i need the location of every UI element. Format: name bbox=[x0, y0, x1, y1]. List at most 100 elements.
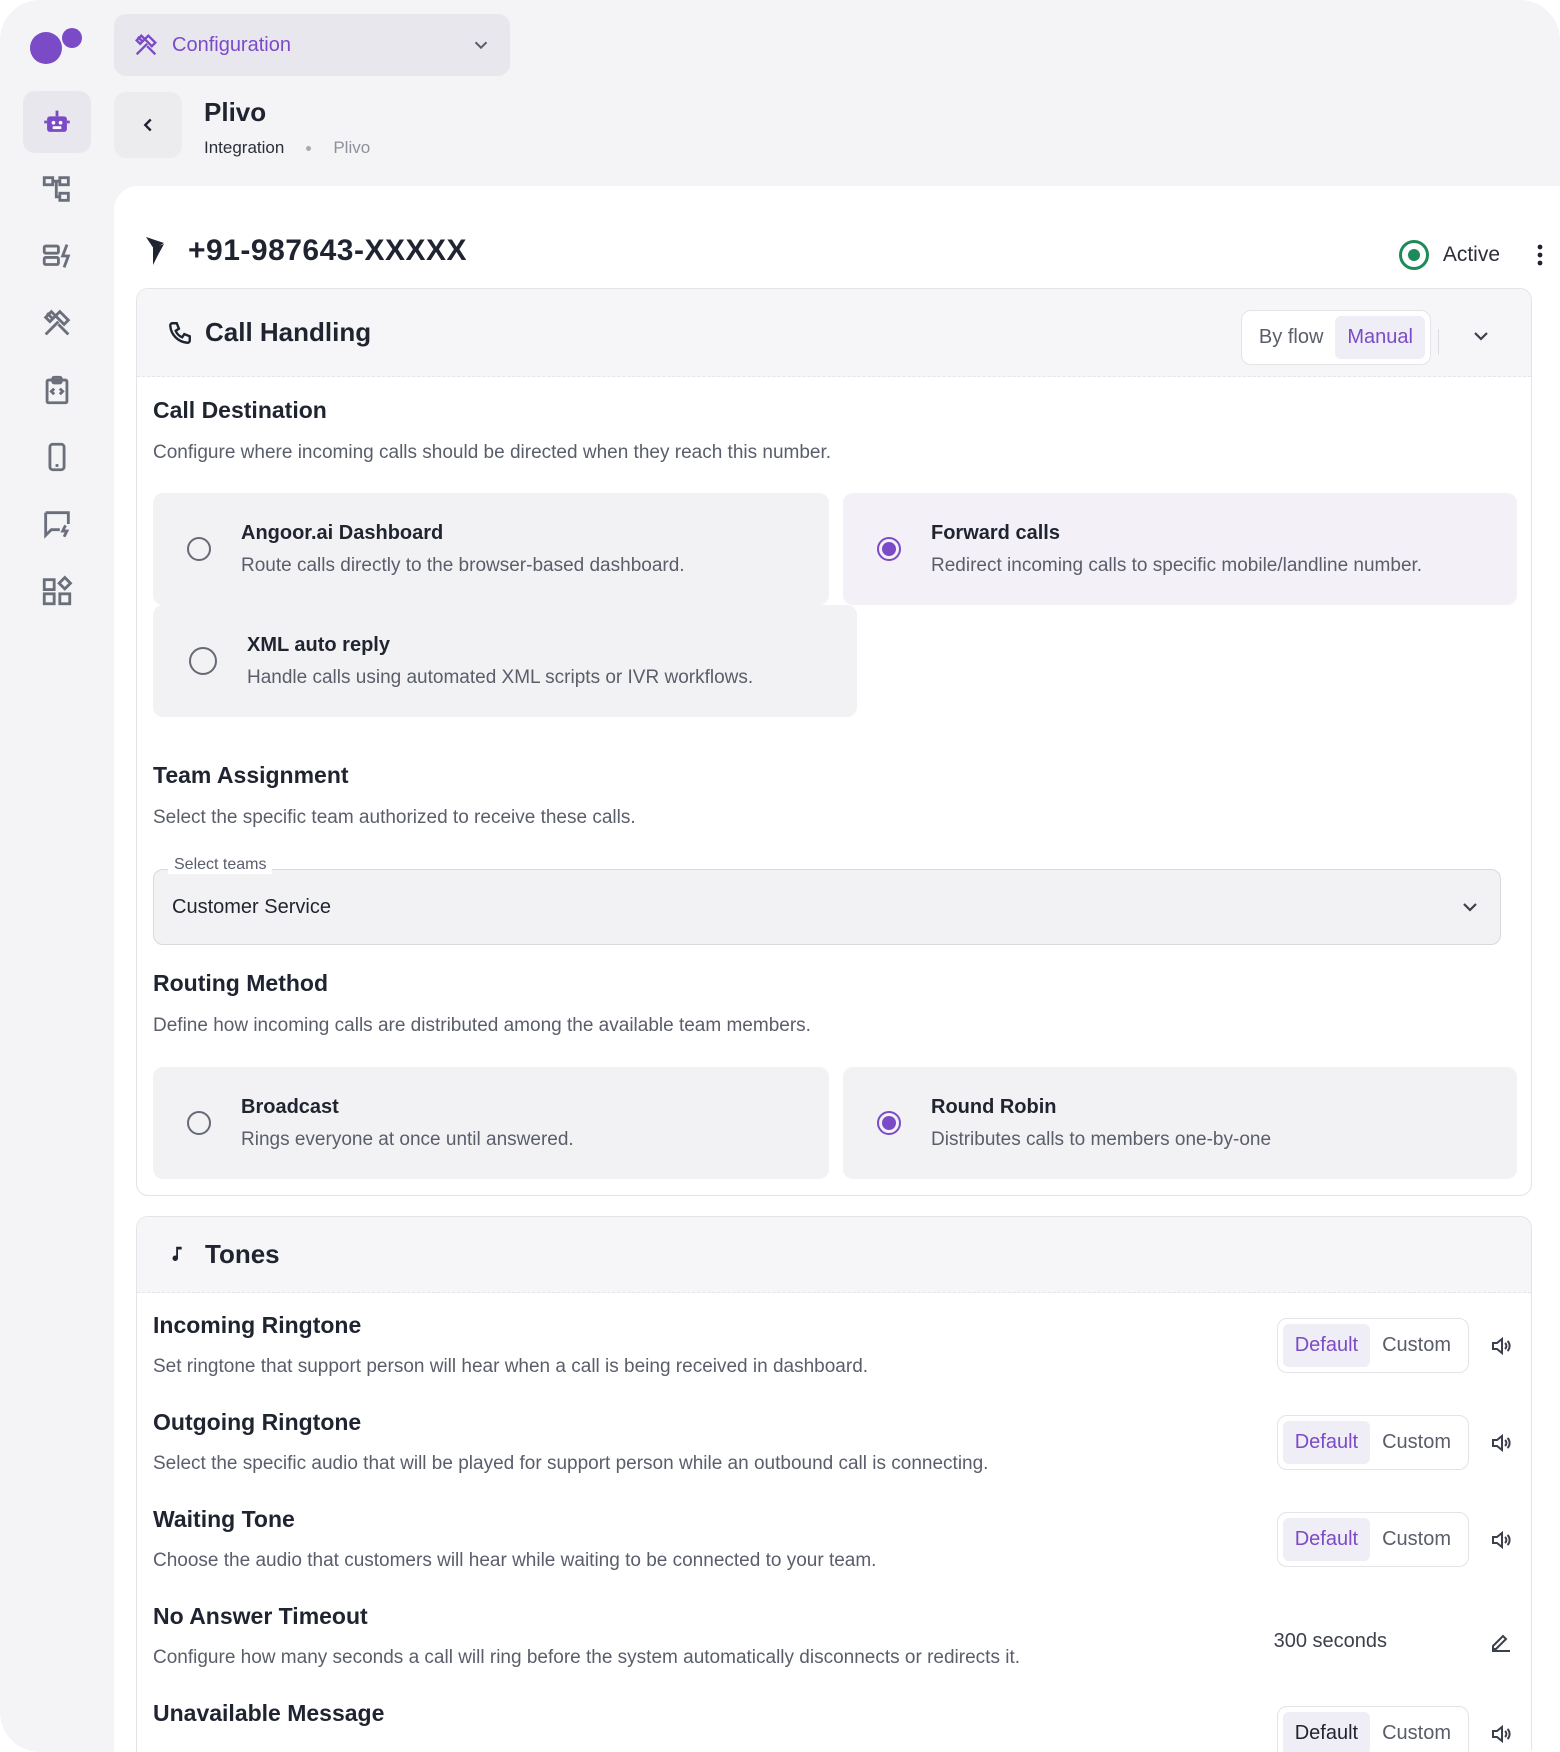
sidebar-item-bot[interactable] bbox=[23, 91, 91, 153]
sidebar-item-widgets[interactable] bbox=[23, 560, 91, 622]
sidebar-item-storage[interactable] bbox=[23, 225, 91, 287]
back-button[interactable] bbox=[114, 92, 182, 158]
tone-row-timeout: No Answer Timeout Configure how many sec… bbox=[153, 1603, 1515, 1699]
code-clipboard-icon bbox=[45, 375, 69, 405]
main-panel: +91-987643-XXXXX Active Call Handling By… bbox=[114, 186, 1560, 1752]
mode-by-flow[interactable]: By flow bbox=[1247, 316, 1335, 359]
status-badge: Active bbox=[1398, 240, 1500, 270]
tone-default-option[interactable]: Default bbox=[1282, 1518, 1371, 1561]
phone-icon bbox=[169, 321, 191, 344]
tone-row-waiting: Waiting Tone Choose the audio that custo… bbox=[153, 1506, 1515, 1602]
tools-icon bbox=[135, 34, 157, 56]
tone-custom-option[interactable]: Custom bbox=[1370, 1324, 1463, 1367]
timeout-value: 300 seconds bbox=[1273, 1629, 1387, 1652]
sidebar-item-code[interactable] bbox=[23, 359, 91, 421]
page-title: Plivo bbox=[204, 97, 267, 127]
speaker-icon bbox=[1492, 1336, 1511, 1355]
radio-button[interactable] bbox=[187, 1111, 211, 1135]
option-description: Handle calls using automated XML scripts… bbox=[247, 666, 754, 688]
plivo-logo-icon bbox=[146, 237, 164, 265]
tone-title: Waiting Tone bbox=[153, 1506, 295, 1532]
storage-bolt-icon bbox=[42, 244, 71, 268]
play-tone-button[interactable] bbox=[1487, 1526, 1515, 1554]
select-teams-dropdown[interactable]: Select teams Customer Service bbox=[153, 856, 1501, 945]
option-title: Forward calls bbox=[931, 521, 1060, 544]
tone-title: Incoming Ringtone bbox=[153, 1312, 362, 1338]
tone-row-unavailable: Unavailable Message Default Custom bbox=[153, 1700, 1515, 1752]
sidebar-item-chat[interactable] bbox=[23, 493, 91, 555]
divider bbox=[1438, 329, 1439, 355]
play-tone-button[interactable] bbox=[1487, 1429, 1515, 1457]
speaker-icon bbox=[1492, 1724, 1511, 1743]
radio-button[interactable] bbox=[189, 647, 217, 675]
more-vertical-icon bbox=[1537, 244, 1543, 266]
app-logo[interactable] bbox=[30, 28, 86, 64]
sidebar-item-tools[interactable] bbox=[23, 292, 91, 354]
call-handling-title: Call Handling bbox=[205, 317, 372, 347]
tone-default-option[interactable]: Default bbox=[1282, 1712, 1371, 1752]
speaker-icon bbox=[1492, 1433, 1511, 1452]
chevron-left-icon bbox=[143, 118, 152, 132]
call-handling-header[interactable]: Call Handling By flow Manual bbox=[137, 289, 1531, 377]
option-description: Redirect incoming calls to specific mobi… bbox=[931, 554, 1423, 576]
radio-button[interactable] bbox=[187, 537, 211, 561]
tone-custom-option[interactable]: Custom bbox=[1370, 1518, 1463, 1561]
number-header: +91-987643-XXXXX Active bbox=[144, 226, 1560, 276]
breadcrumb-current: Plivo bbox=[333, 138, 371, 157]
destination-option-forward[interactable]: Forward calls Redirect incoming calls to… bbox=[843, 493, 1517, 605]
select-teams-value: Customer Service bbox=[172, 895, 331, 918]
radio-button-selected[interactable] bbox=[877, 537, 901, 561]
play-tone-button[interactable] bbox=[1487, 1332, 1515, 1360]
chevron-down-icon bbox=[1463, 903, 1477, 912]
tone-title: Outgoing Ringtone bbox=[153, 1409, 362, 1435]
tone-title: Unavailable Message bbox=[153, 1700, 385, 1726]
option-title: XML auto reply bbox=[247, 633, 390, 656]
option-title: Round Robin bbox=[931, 1095, 1057, 1118]
tone-title: No Answer Timeout bbox=[153, 1603, 368, 1629]
tones-header[interactable]: Tones bbox=[137, 1217, 1531, 1293]
widgets-icon bbox=[42, 575, 73, 606]
team-assignment-title: Team Assignment bbox=[153, 762, 349, 788]
tone-row-outgoing: Outgoing Ringtone Select the specific au… bbox=[153, 1409, 1515, 1505]
phone-number: +91-987643-XXXXX bbox=[188, 234, 468, 267]
select-teams-label: Select teams bbox=[168, 856, 273, 874]
robot-icon bbox=[44, 110, 70, 132]
sidebar-item-flows[interactable] bbox=[23, 158, 91, 220]
call-destination-description: Configure where incoming calls should be… bbox=[153, 442, 832, 463]
destination-option-dashboard[interactable]: Angoor.ai Dashboard Route calls directly… bbox=[153, 493, 829, 605]
tone-description: Configure how many seconds a call will r… bbox=[153, 1647, 1020, 1668]
status-dot-icon bbox=[1398, 240, 1429, 270]
tone-default-option[interactable]: Default bbox=[1282, 1324, 1371, 1367]
breadcrumb-separator bbox=[306, 145, 312, 151]
radio-button-selected[interactable] bbox=[877, 1111, 901, 1135]
configuration-label: Configuration bbox=[172, 33, 291, 56]
more-options-button[interactable] bbox=[1520, 240, 1560, 270]
mobile-icon bbox=[48, 442, 66, 472]
tone-default-option[interactable]: Default bbox=[1282, 1421, 1371, 1464]
tones-section: Tones Incoming Ringtone Set ringtone tha… bbox=[136, 1216, 1532, 1752]
tone-description: Select the specific audio that will be p… bbox=[153, 1453, 989, 1474]
call-destination-title: Call Destination bbox=[153, 397, 327, 423]
tone-source-toggle: Default Custom bbox=[1276, 1512, 1469, 1567]
tone-source-toggle: Default Custom bbox=[1276, 1318, 1469, 1373]
tone-row-incoming: Incoming Ringtone Set ringtone that supp… bbox=[153, 1312, 1515, 1408]
team-assignment-description: Select the specific team authorized to r… bbox=[153, 807, 636, 828]
configuration-select[interactable]: Configuration bbox=[114, 14, 510, 76]
routing-option-broadcast[interactable]: Broadcast Rings everyone at once until a… bbox=[153, 1067, 829, 1179]
app-frame: Configuration Plivo Integration Plivo +9… bbox=[0, 0, 1560, 1752]
sidebar-item-mobile[interactable] bbox=[23, 426, 91, 488]
tone-source-toggle: Default Custom bbox=[1276, 1706, 1469, 1752]
tones-title: Tones bbox=[205, 1239, 280, 1269]
flow-icon bbox=[42, 176, 70, 202]
breadcrumb-integration[interactable]: Integration bbox=[204, 138, 284, 158]
speaker-icon bbox=[1492, 1530, 1511, 1549]
chevron-down-icon[interactable] bbox=[1469, 324, 1493, 348]
chat-bolt-icon bbox=[44, 511, 70, 539]
tone-custom-option[interactable]: Custom bbox=[1370, 1421, 1463, 1464]
play-tone-button[interactable] bbox=[1487, 1720, 1515, 1748]
destination-option-xml[interactable]: XML auto reply Handle calls using automa… bbox=[153, 605, 857, 717]
tone-custom-option[interactable]: Custom bbox=[1370, 1712, 1463, 1752]
mode-manual[interactable]: Manual bbox=[1335, 316, 1425, 359]
edit-timeout-button[interactable] bbox=[1487, 1627, 1515, 1655]
routing-option-round-robin[interactable]: Round Robin Distributes calls to members… bbox=[843, 1067, 1517, 1179]
